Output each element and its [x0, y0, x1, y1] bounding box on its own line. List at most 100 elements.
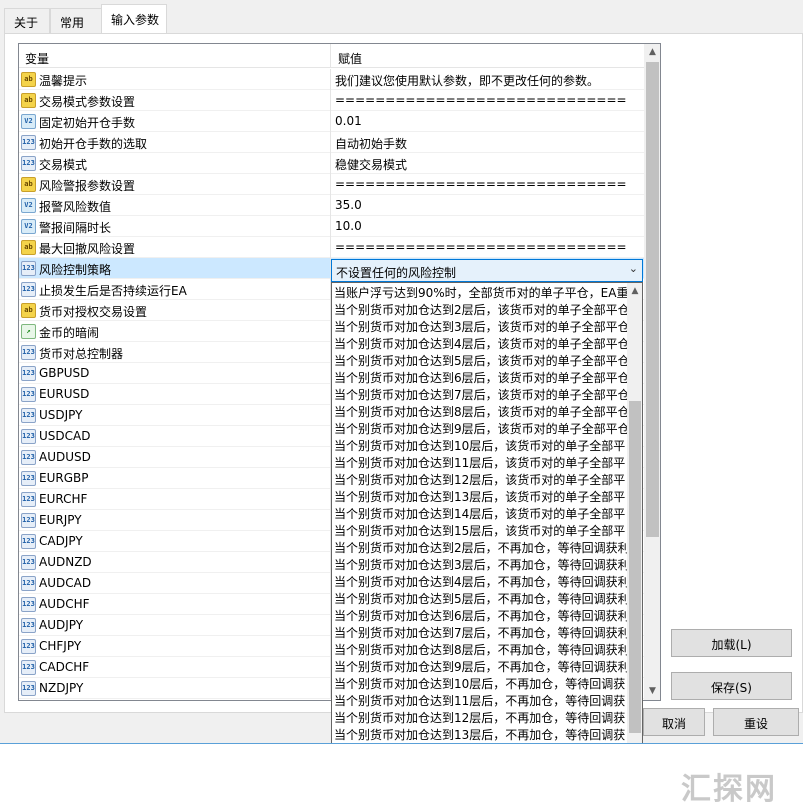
parameter-value[interactable]: 10.0	[335, 219, 362, 233]
column-separator	[330, 90, 331, 111]
integer-type-icon: 123	[21, 135, 36, 150]
string-type-icon: ab	[21, 93, 36, 108]
scroll-up-icon[interactable]: ▲	[644, 44, 660, 61]
dropdown-option[interactable]: 当个别货币对加仓达到5层后，不再加仓，等待回调获利	[332, 589, 627, 606]
parameter-name: CADCHF	[39, 660, 90, 674]
dropdown-option[interactable]: 当个别货币对加仓达到12层后，该货币对的单子全部平	[332, 470, 627, 487]
dropdown-option[interactable]: 当个别货币对加仓达到15层后，该货币对的单子全部平	[332, 521, 627, 538]
parameter-value[interactable]: 稳健交易模式	[335, 156, 407, 173]
string-type-icon: ab	[21, 177, 36, 192]
dropdown-option[interactable]: 当个别货币对加仓达到2层后，不再加仓，等待回调获利	[332, 538, 627, 555]
table-row[interactable]: ab 交易模式参数设置 =============================	[19, 90, 644, 111]
dropdown-option[interactable]: 当个别货币对加仓达到11层后，该货币对的单子全部平	[332, 453, 627, 470]
column-header-variable[interactable]: 变量	[25, 50, 49, 67]
integer-type-icon: 123	[21, 387, 36, 402]
parameter-value[interactable]: =============================	[335, 240, 627, 254]
table-row[interactable]: 123 交易模式 稳健交易模式	[19, 153, 644, 174]
parameter-name: CADJPY	[39, 534, 83, 548]
integer-type-icon: 123	[21, 282, 36, 297]
integer-type-icon: 123	[21, 345, 36, 360]
parameter-name: 交易模式	[39, 158, 88, 172]
table-row[interactable]: ab 最大回撤风险设置 =============================	[19, 237, 644, 258]
parameter-value[interactable]: 自动初始手数	[335, 135, 407, 152]
dropdown-option[interactable]: 当个别货币对加仓达到10层后，不再加仓，等待回调获	[332, 674, 627, 691]
dropdown-option[interactable]: 当个别货币对加仓达到8层后，不再加仓，等待回调获利	[332, 640, 627, 657]
tab-about-label: 关于	[14, 16, 39, 30]
table-row[interactable]: ab 风险警报参数设置 =============================	[19, 174, 644, 195]
parameter-value[interactable]: 0.01	[335, 114, 362, 128]
dropdown-option[interactable]: 当个别货币对加仓达到7层后，该货币对的单子全部平仓	[332, 385, 627, 402]
integer-type-icon: 123	[21, 618, 36, 633]
dropdown-scroll-thumb[interactable]	[629, 401, 641, 733]
parameter-name: EURCHF	[39, 492, 88, 506]
column-separator	[330, 216, 331, 237]
double-type-icon: V2	[21, 219, 36, 234]
integer-type-icon: 123	[21, 555, 36, 570]
dropdown-option[interactable]: 当个别货币对加仓达到13层后，不再加仓，等待回调获	[332, 725, 627, 742]
dropdown-scrollbar[interactable]: ▲ ▼	[627, 283, 642, 794]
dropdown-option[interactable]: 当个别货币对加仓达到3层后，该货币对的单子全部平仓	[332, 317, 627, 334]
risk-strategy-dropdown: 当账户浮亏达到90%时，全部货币对的单子平仓，EA重 当个别货币对加仓达到2层后，…	[331, 282, 643, 795]
string-type-icon: ab	[21, 303, 36, 318]
parameter-name: GBPUSD	[39, 366, 90, 380]
table-row[interactable]: V2 警报间隔时长 10.0	[19, 216, 644, 237]
column-separator	[330, 132, 331, 153]
dropdown-option[interactable]: 当个别货币对加仓达到7层后，不再加仓，等待回调获利	[332, 623, 627, 640]
tab-common[interactable]: 常用	[50, 8, 102, 33]
tab-inputs-label: 输入参数	[111, 13, 160, 27]
integer-type-icon: 123	[21, 429, 36, 444]
dropdown-option[interactable]: 当个别货币对加仓达到4层后，不再加仓，等待回调获利	[332, 572, 627, 589]
parameter-name: 最大回撤风险设置	[39, 242, 136, 256]
column-separator	[330, 153, 331, 174]
dropdown-option[interactable]: 当个别货币对加仓达到11层后，不再加仓，等待回调获	[332, 691, 627, 708]
parameter-name: 报警风险数值	[39, 200, 112, 214]
table-row[interactable]: 123 初始开仓手数的选取 自动初始手数	[19, 132, 644, 153]
integer-type-icon: 123	[21, 681, 36, 696]
scroll-down-icon[interactable]: ▼	[644, 683, 660, 700]
parameter-name: 固定初始开仓手数	[39, 116, 136, 130]
column-separator	[330, 44, 331, 68]
parameter-name: 止损发生后是否持续运行EA	[39, 284, 187, 298]
reset-button[interactable]: 重设	[713, 708, 799, 736]
table-row[interactable]: V2 报警风险数值 35.0	[19, 195, 644, 216]
parameter-name: 货币对总控制器	[39, 347, 124, 361]
save-button[interactable]: 保存(S)	[671, 672, 792, 700]
dropdown-option[interactable]: 当个别货币对加仓达到9层后，该货币对的单子全部平仓	[332, 419, 627, 436]
dropdown-option[interactable]: 当个别货币对加仓达到8层后，该货币对的单子全部平仓	[332, 402, 627, 419]
column-header-value[interactable]: 赋值	[338, 50, 362, 67]
dropdown-option[interactable]: 当个别货币对加仓达到2层后，该货币对的单子全部平仓	[332, 300, 627, 317]
integer-type-icon: 123	[21, 639, 36, 654]
dropdown-option[interactable]: 当个别货币对加仓达到3层后，不再加仓，等待回调获利	[332, 555, 627, 572]
dropdown-option[interactable]: 当个别货币对加仓达到12层后，不再加仓，等待回调获	[332, 708, 627, 725]
tab-inputs[interactable]: 输入参数	[101, 4, 167, 34]
risk-strategy-combo[interactable]: 不设置任何的风险控制 ⌄	[331, 259, 643, 282]
tab-about[interactable]: 关于	[4, 8, 50, 33]
dropdown-option[interactable]: 当个别货币对加仓达到4层后，该货币对的单子全部平仓	[332, 334, 627, 351]
parameter-value[interactable]: 我们建议您使用默认参数，即不更改任何的参数。	[335, 72, 599, 89]
cancel-button[interactable]: 取消	[643, 708, 705, 736]
scroll-up-icon[interactable]: ▲	[627, 283, 642, 300]
table-row[interactable]: V2 固定初始开仓手数 0.01	[19, 111, 644, 132]
grid-scroll-thumb[interactable]	[646, 62, 659, 537]
dropdown-option[interactable]: 当个别货币对加仓达到10层后，该货币对的单子全部平	[332, 436, 627, 453]
dropdown-option[interactable]: 当个别货币对加仓达到14层后，该货币对的单子全部平	[332, 504, 627, 521]
parameter-name: 交易模式参数设置	[39, 95, 136, 109]
dropdown-option[interactable]: 当个别货币对加仓达到6层后，不再加仓，等待回调获利	[332, 606, 627, 623]
parameter-value[interactable]: 35.0	[335, 198, 362, 212]
dropdown-option[interactable]: 当账户浮亏达到90%时，全部货币对的单子平仓，EA重	[332, 283, 627, 300]
dropdown-option[interactable]: 当个别货币对加仓达到13层后，该货币对的单子全部平	[332, 487, 627, 504]
grid-scrollbar[interactable]: ▲ ▼	[644, 44, 660, 700]
parameter-name: 风险控制策略	[39, 263, 112, 277]
table-row[interactable]: ab 温馨提示 我们建议您使用默认参数，即不更改任何的参数。	[19, 69, 644, 90]
chevron-down-icon[interactable]: ⌄	[629, 262, 638, 275]
load-button[interactable]: 加载(L)	[671, 629, 792, 657]
dropdown-option[interactable]: 当个别货币对加仓达到9层后，不再加仓，等待回调获利	[332, 657, 627, 674]
dropdown-option[interactable]: 当个别货币对加仓达到5层后，该货币对的单子全部平仓	[332, 351, 627, 368]
combo-value: 不设置任何的风险控制	[336, 266, 457, 280]
tab-common-label: 常用	[60, 16, 85, 30]
parameter-name: AUDUSD	[39, 450, 91, 464]
parameter-name: USDCAD	[39, 429, 91, 443]
parameter-value[interactable]: =============================	[335, 93, 627, 107]
parameter-value[interactable]: =============================	[335, 177, 627, 191]
dropdown-option[interactable]: 当个别货币对加仓达到6层后，该货币对的单子全部平仓	[332, 368, 627, 385]
